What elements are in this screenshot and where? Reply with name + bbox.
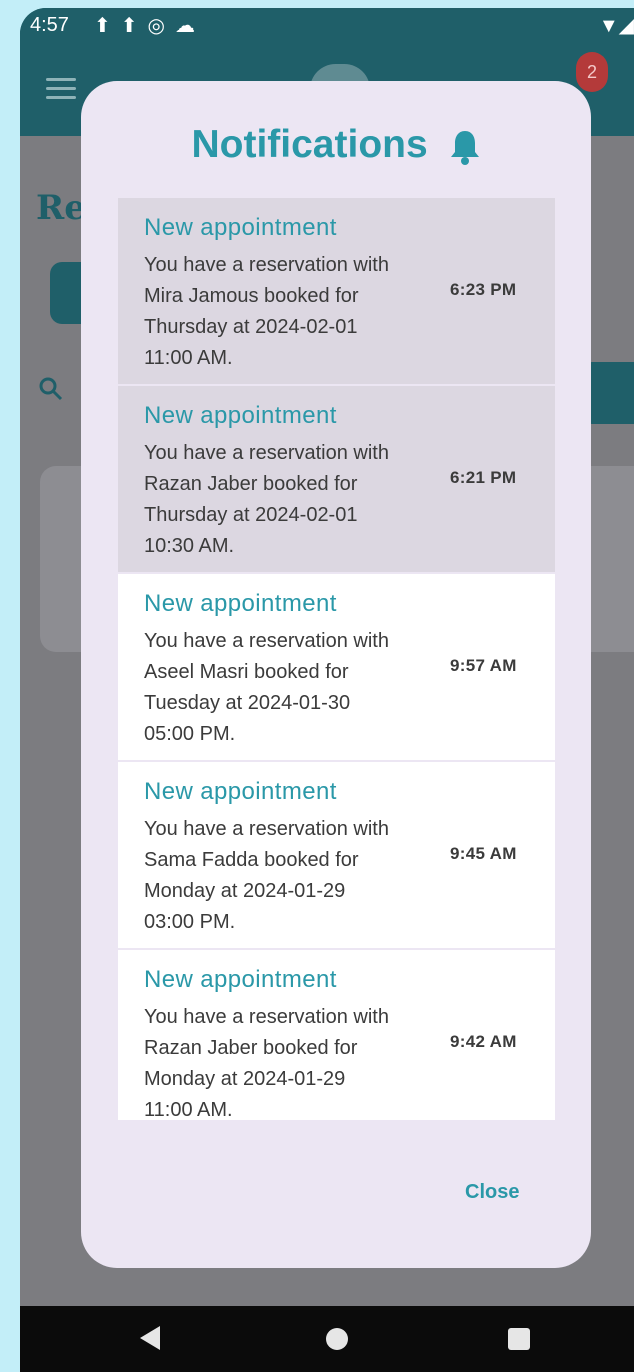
search-icon[interactable] — [38, 376, 64, 402]
notification-time: 9:45 AM — [450, 844, 517, 863]
notification-title: New appointment — [144, 402, 337, 429]
notifications-dialog: Notifications New appointment You have a… — [81, 81, 591, 1268]
notification-item[interactable]: New appointment You have a reservation w… — [118, 762, 555, 948]
dialog-title-text: Notifications — [191, 123, 428, 166]
notification-title: New appointment — [144, 966, 337, 993]
notification-item[interactable]: New appointment You have a reservation w… — [118, 950, 555, 1120]
notification-icons: ⬆⬆◎☁ — [94, 15, 205, 37]
system-nav-bar — [20, 1306, 634, 1372]
back-icon[interactable] — [140, 1326, 160, 1350]
notification-title: New appointment — [144, 590, 337, 617]
home-icon[interactable] — [326, 1328, 348, 1350]
signal-icon: ▼◢ — [598, 15, 634, 37]
notification-item[interactable]: New appointment You have a reservation w… — [118, 386, 555, 572]
notification-item[interactable]: New appointment You have a reservation w… — [118, 198, 555, 384]
notification-time: 6:21 PM — [450, 468, 517, 487]
notification-body: You have a reservation with Razan Jaber … — [144, 442, 389, 557]
notification-time: 6:23 PM — [450, 280, 517, 299]
bell-icon — [450, 130, 479, 165]
status-time: 4:57 — [30, 14, 69, 36]
notification-title: New appointment — [144, 778, 337, 805]
notification-body: You have a reservation with Razan Jaber … — [144, 1006, 389, 1120]
notification-body: You have a reservation with Sama Fadda b… — [144, 818, 389, 933]
recents-icon[interactable] — [508, 1328, 530, 1350]
notification-list[interactable]: New appointment You have a reservation w… — [118, 198, 555, 1120]
page-title: Re — [36, 188, 86, 228]
menu-icon[interactable] — [46, 78, 76, 99]
dialog-title: Notifications — [81, 123, 591, 167]
notification-time: 9:57 AM — [450, 656, 517, 675]
notification-title: New appointment — [144, 214, 337, 241]
close-button[interactable]: Close — [465, 1181, 519, 1204]
notification-item[interactable]: New appointment You have a reservation w… — [118, 574, 555, 760]
notification-body: You have a reservation with Mira Jamous … — [144, 254, 389, 369]
notification-body: You have a reservation with Aseel Masri … — [144, 630, 389, 745]
notification-badge[interactable]: 2 — [576, 52, 608, 92]
notification-time: 9:42 AM — [450, 1032, 517, 1051]
status-bar: 4:57 ⬆⬆◎☁ ▼◢ — [20, 8, 634, 46]
